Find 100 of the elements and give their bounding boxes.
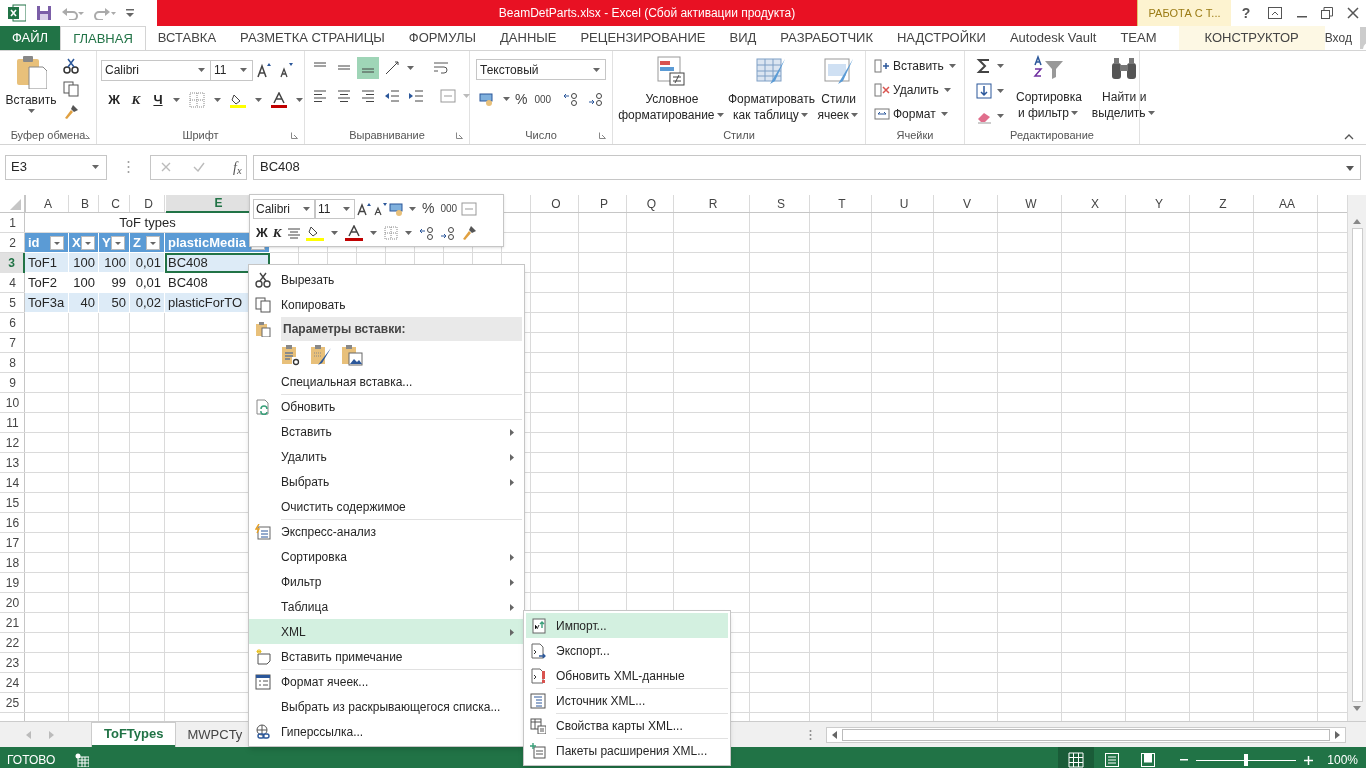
ribbon-tab[interactable]: РАЗРАБОТЧИК <box>768 26 885 50</box>
menu-item[interactable]: Экспресс-анализ <box>249 519 524 544</box>
row-header[interactable]: 6 <box>0 313 25 333</box>
column-header[interactable]: P <box>580 195 628 213</box>
dialog-launcher-icon[interactable] <box>291 132 298 139</box>
ribbon-display-icon[interactable] <box>1268 7 1283 19</box>
column-header[interactable]: AA <box>1255 195 1319 213</box>
scroll-up-icon[interactable] <box>1353 219 1361 224</box>
row-header[interactable]: 13 <box>0 453 25 473</box>
filter-dropdown-icon[interactable] <box>80 235 95 250</box>
row-header[interactable]: 12 <box>0 433 25 453</box>
styles-gallery-button[interactable]: Стили ячеек <box>817 55 860 123</box>
column-header[interactable]: U <box>873 195 935 213</box>
cells-button[interactable]: Вставить <box>874 55 958 77</box>
italic-button[interactable]: К <box>127 90 145 110</box>
excel-logo-icon[interactable] <box>8 4 26 22</box>
styles-gallery-button[interactable]: Форматировать как таблицу <box>727 55 815 123</box>
column-header[interactable]: C <box>100 195 131 213</box>
ribbon-tab[interactable]: ДАННЫЕ <box>488 26 569 50</box>
row-header[interactable]: 21 <box>0 613 25 633</box>
formula-input[interactable]: BC408 <box>253 154 1361 180</box>
customize-toolbar-icon[interactable] <box>126 9 134 17</box>
macro-record-icon[interactable] <box>75 753 90 767</box>
format-painter-icon[interactable] <box>460 225 477 241</box>
row-header[interactable]: 15 <box>0 493 25 513</box>
filter-dropdown-icon[interactable] <box>146 235 160 250</box>
ribbon-tab[interactable]: НАДСТРОЙКИ <box>885 26 998 50</box>
row-header[interactable]: 7 <box>0 333 25 353</box>
column-header[interactable]: A <box>26 195 70 213</box>
zoom-level[interactable]: 100% <box>1327 751 1358 768</box>
menu-item[interactable]: Удалить <box>249 444 524 469</box>
column-header[interactable]: S <box>751 195 811 213</box>
row-header[interactable]: 22 <box>0 633 25 653</box>
menu-item[interactable]: Очистить содержимое <box>249 494 524 519</box>
copy-icon[interactable] <box>60 78 82 100</box>
font-name-field[interactable]: Calibri <box>101 59 211 81</box>
menu-item[interactable]: XML <box>249 619 524 644</box>
row-header[interactable]: 19 <box>0 573 25 593</box>
currency-icon[interactable] <box>389 201 405 216</box>
cells-button[interactable]: Формат <box>874 103 958 125</box>
column-header[interactable]: D <box>131 195 166 213</box>
menu-item[interactable]: Выбрать из раскрывающегося списка... <box>249 694 524 719</box>
sheet-tab[interactable]: ToFTypes <box>92 722 176 747</box>
help-button[interactable]: ? <box>1237 2 1255 24</box>
menu-item[interactable]: Экспорт... <box>526 638 728 663</box>
menu-item[interactable]: Фильтр <box>249 569 524 594</box>
fill-color-icon[interactable] <box>305 225 324 241</box>
menu-item[interactable]: Обновить XML-данные <box>526 663 728 688</box>
menu-item[interactable]: Обновить <box>249 394 524 419</box>
column-header[interactable]: V <box>935 195 999 213</box>
zoom-slider-track[interactable] <box>1196 754 1297 766</box>
ribbon-tab[interactable]: ГЛАВНАЯ <box>60 26 146 50</box>
row-header[interactable]: 2 <box>0 233 25 253</box>
menu-item[interactable]: Выбрать <box>249 469 524 494</box>
font-name-field[interactable]: Calibri <box>253 198 315 219</box>
font-color-icon[interactable] <box>268 89 290 111</box>
column-header[interactable]: Y <box>1127 195 1191 213</box>
row-header[interactable]: 5 <box>0 293 25 313</box>
thousands-separator-button[interactable]: 000 <box>438 201 460 217</box>
styles-gallery-button[interactable]: Условное форматирование <box>618 55 726 123</box>
decrease-decimal-icon[interactable] <box>439 226 456 240</box>
dialog-launcher-icon[interactable] <box>599 132 606 139</box>
row-header[interactable]: 14 <box>0 473 25 493</box>
menu-item[interactable]: Источник XML... <box>526 688 728 713</box>
collapse-ribbon-icon[interactable] <box>1344 134 1354 140</box>
close-icon[interactable] <box>1347 7 1360 19</box>
row-header[interactable]: 18 <box>0 553 25 573</box>
horizontal-scrollbar-thumb[interactable] <box>842 728 1330 741</box>
shrink-font-icon[interactable] <box>373 201 387 216</box>
column-header[interactable]: W <box>999 195 1063 213</box>
filter-dropdown-icon[interactable] <box>111 235 125 250</box>
ribbon-tab[interactable]: ФОРМУЛЫ <box>396 26 488 50</box>
cells-button[interactable]: Удалить <box>874 79 958 101</box>
editing-button[interactable]: Сортировка и фильтр <box>1016 55 1082 127</box>
percent-button[interactable]: % <box>515 88 528 110</box>
merge-cells-icon[interactable] <box>461 201 478 216</box>
sign-in-link[interactable]: Вход <box>1324 29 1352 47</box>
restore-icon[interactable] <box>1321 7 1334 19</box>
font-color-icon[interactable] <box>344 225 363 241</box>
row-header[interactable]: 1 <box>0 213 25 233</box>
column-header[interactable]: B <box>70 195 100 213</box>
thousands-separator-button[interactable]: 000 <box>534 91 552 107</box>
row-header[interactable]: 17 <box>0 533 25 553</box>
paste-formatting-icon[interactable] <box>310 344 332 366</box>
increase-decimal-icon[interactable] <box>418 226 435 240</box>
row-header[interactable]: 20 <box>0 593 25 613</box>
row-header[interactable]: 23 <box>0 653 25 673</box>
ribbon-tab[interactable]: ВИД <box>717 26 769 50</box>
scroll-down-icon[interactable] <box>1353 706 1361 711</box>
scroll-right-icon[interactable] <box>1335 730 1340 739</box>
row-header[interactable]: 4 <box>0 273 25 293</box>
menu-item[interactable]: Специальная вставка... <box>249 369 524 394</box>
ribbon-tab[interactable]: ВСТАВКА <box>145 26 229 50</box>
save-icon[interactable] <box>36 5 52 21</box>
name-box[interactable]: E3 <box>5 154 107 180</box>
scroll-left-icon[interactable] <box>832 730 837 739</box>
column-header[interactable]: Q <box>628 195 675 213</box>
row-header[interactable]: 11 <box>0 413 25 433</box>
ribbon-tab[interactable]: Autodesk Vault <box>997 26 1109 50</box>
editing-button[interactable]: Найти и выделить <box>1091 55 1157 127</box>
